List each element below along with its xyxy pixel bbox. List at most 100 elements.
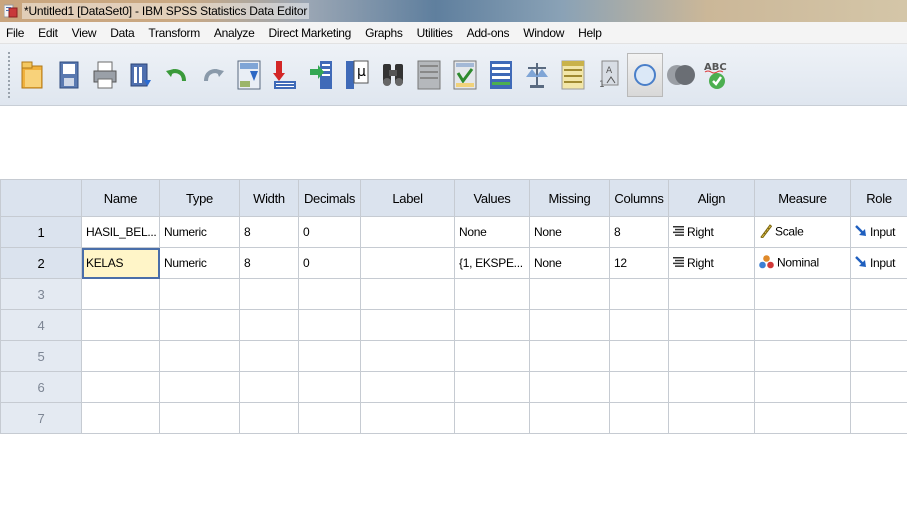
cell-name[interactable]: HASIL_BEL... [81,216,160,248]
cell-label[interactable] [360,216,455,248]
col-header-align[interactable]: Align [668,179,755,217]
empty-cell[interactable] [239,340,299,372]
row-number[interactable]: 7 [0,402,82,434]
empty-cell[interactable] [159,278,240,310]
col-header-name[interactable]: Name [81,179,160,217]
menu-transform[interactable]: Transform [148,26,200,40]
show-all-variables-icon[interactable] [663,53,699,97]
insert-variable-icon[interactable] [447,53,483,97]
cell-role[interactable]: Input [850,247,907,279]
col-header-missing[interactable]: Missing [529,179,610,217]
empty-cell[interactable] [360,340,455,372]
cell-measure[interactable]: Scale [754,216,851,248]
menu-help[interactable]: Help [578,26,602,40]
menu-data[interactable]: Data [110,26,134,40]
col-header-decimals[interactable]: Decimals [298,179,361,217]
empty-cell[interactable] [239,309,299,341]
dialog-recall-icon[interactable] [123,53,159,97]
empty-cell[interactable] [850,402,907,434]
row-number[interactable]: 2 [0,247,82,279]
empty-cell[interactable] [668,278,755,310]
col-header-measure[interactable]: Measure [754,179,851,217]
cell-missing[interactable]: None [529,216,610,248]
redo-icon[interactable] [195,53,231,97]
value-labels-icon[interactable]: A 1 [591,53,627,97]
empty-cell[interactable] [159,371,240,403]
empty-cell[interactable] [298,278,361,310]
cell-name-selected[interactable]: KELAS [81,247,160,279]
menu-analyze[interactable]: Analyze [214,26,255,40]
goto-case-icon[interactable] [231,53,267,97]
cell-values[interactable]: None [454,216,530,248]
cell-columns[interactable]: 8 [609,216,669,248]
cell-width[interactable]: 8 [239,216,299,248]
cell-decimals[interactable]: 0 [298,247,361,279]
menu-view[interactable]: View [72,26,97,40]
empty-cell[interactable] [454,278,530,310]
col-header-columns[interactable]: Columns [609,179,669,217]
menu-window[interactable]: Window [523,26,564,40]
empty-cell[interactable] [81,402,160,434]
empty-cell[interactable] [609,278,669,310]
cell-role[interactable]: Input [850,216,907,248]
empty-cell[interactable] [609,340,669,372]
grid-corner[interactable] [0,179,82,217]
empty-cell[interactable] [81,371,160,403]
select-cases-icon[interactable] [555,53,591,97]
find-icon[interactable] [375,53,411,97]
empty-cell[interactable] [668,309,755,341]
print-icon[interactable] [87,53,123,97]
spell-check-icon[interactable]: ABC [699,53,735,97]
cell-type[interactable]: Numeric [159,247,240,279]
col-header-role[interactable]: Role [850,179,907,217]
cell-measure[interactable]: Nominal [754,247,851,279]
cell-label[interactable] [360,247,455,279]
menu-edit[interactable]: Edit [38,26,58,40]
col-header-type[interactable]: Type [159,179,240,217]
menu-file[interactable]: File [6,26,24,40]
menu-direct-marketing[interactable]: Direct Marketing [269,26,352,40]
empty-cell[interactable] [850,309,907,341]
empty-cell[interactable] [360,402,455,434]
empty-cell[interactable] [529,309,610,341]
goto-variable-icon[interactable] [267,53,303,97]
menu-add-ons[interactable]: Add-ons [467,26,510,40]
empty-cell[interactable] [529,278,610,310]
col-header-label[interactable]: Label [360,179,455,217]
weight-cases-icon[interactable] [519,53,555,97]
empty-cell[interactable] [754,309,851,341]
cell-columns[interactable]: 12 [609,247,669,279]
empty-cell[interactable] [850,340,907,372]
cell-type[interactable]: Numeric [159,216,240,248]
cell-values[interactable]: {1, EKSPE... [454,247,530,279]
spss-app-icon[interactable] [3,4,18,18]
empty-cell[interactable] [529,371,610,403]
save-icon[interactable] [51,53,87,97]
empty-cell[interactable] [668,371,755,403]
empty-cell[interactable] [609,309,669,341]
cell-missing[interactable]: None [529,247,610,279]
empty-cell[interactable] [159,309,240,341]
empty-cell[interactable] [668,340,755,372]
empty-cell[interactable] [360,278,455,310]
run-descriptives-icon[interactable]: μ [339,53,375,97]
undo-icon[interactable] [159,53,195,97]
variables-icon[interactable] [303,53,339,97]
empty-cell[interactable] [159,402,240,434]
empty-cell[interactable] [754,340,851,372]
cell-decimals[interactable]: 0 [298,216,361,248]
empty-cell[interactable] [754,402,851,434]
empty-cell[interactable] [81,278,160,310]
empty-cell[interactable] [609,402,669,434]
split-file-icon[interactable] [483,53,519,97]
cell-align[interactable]: Right [668,247,755,279]
cell-width[interactable]: 8 [239,247,299,279]
row-number[interactable]: 5 [0,340,82,372]
cell-align[interactable]: Right [668,216,755,248]
empty-cell[interactable] [239,371,299,403]
empty-cell[interactable] [850,371,907,403]
row-number[interactable]: 4 [0,309,82,341]
toolbar-grip[interactable] [8,51,11,98]
row-number[interactable]: 3 [0,278,82,310]
empty-cell[interactable] [529,402,610,434]
